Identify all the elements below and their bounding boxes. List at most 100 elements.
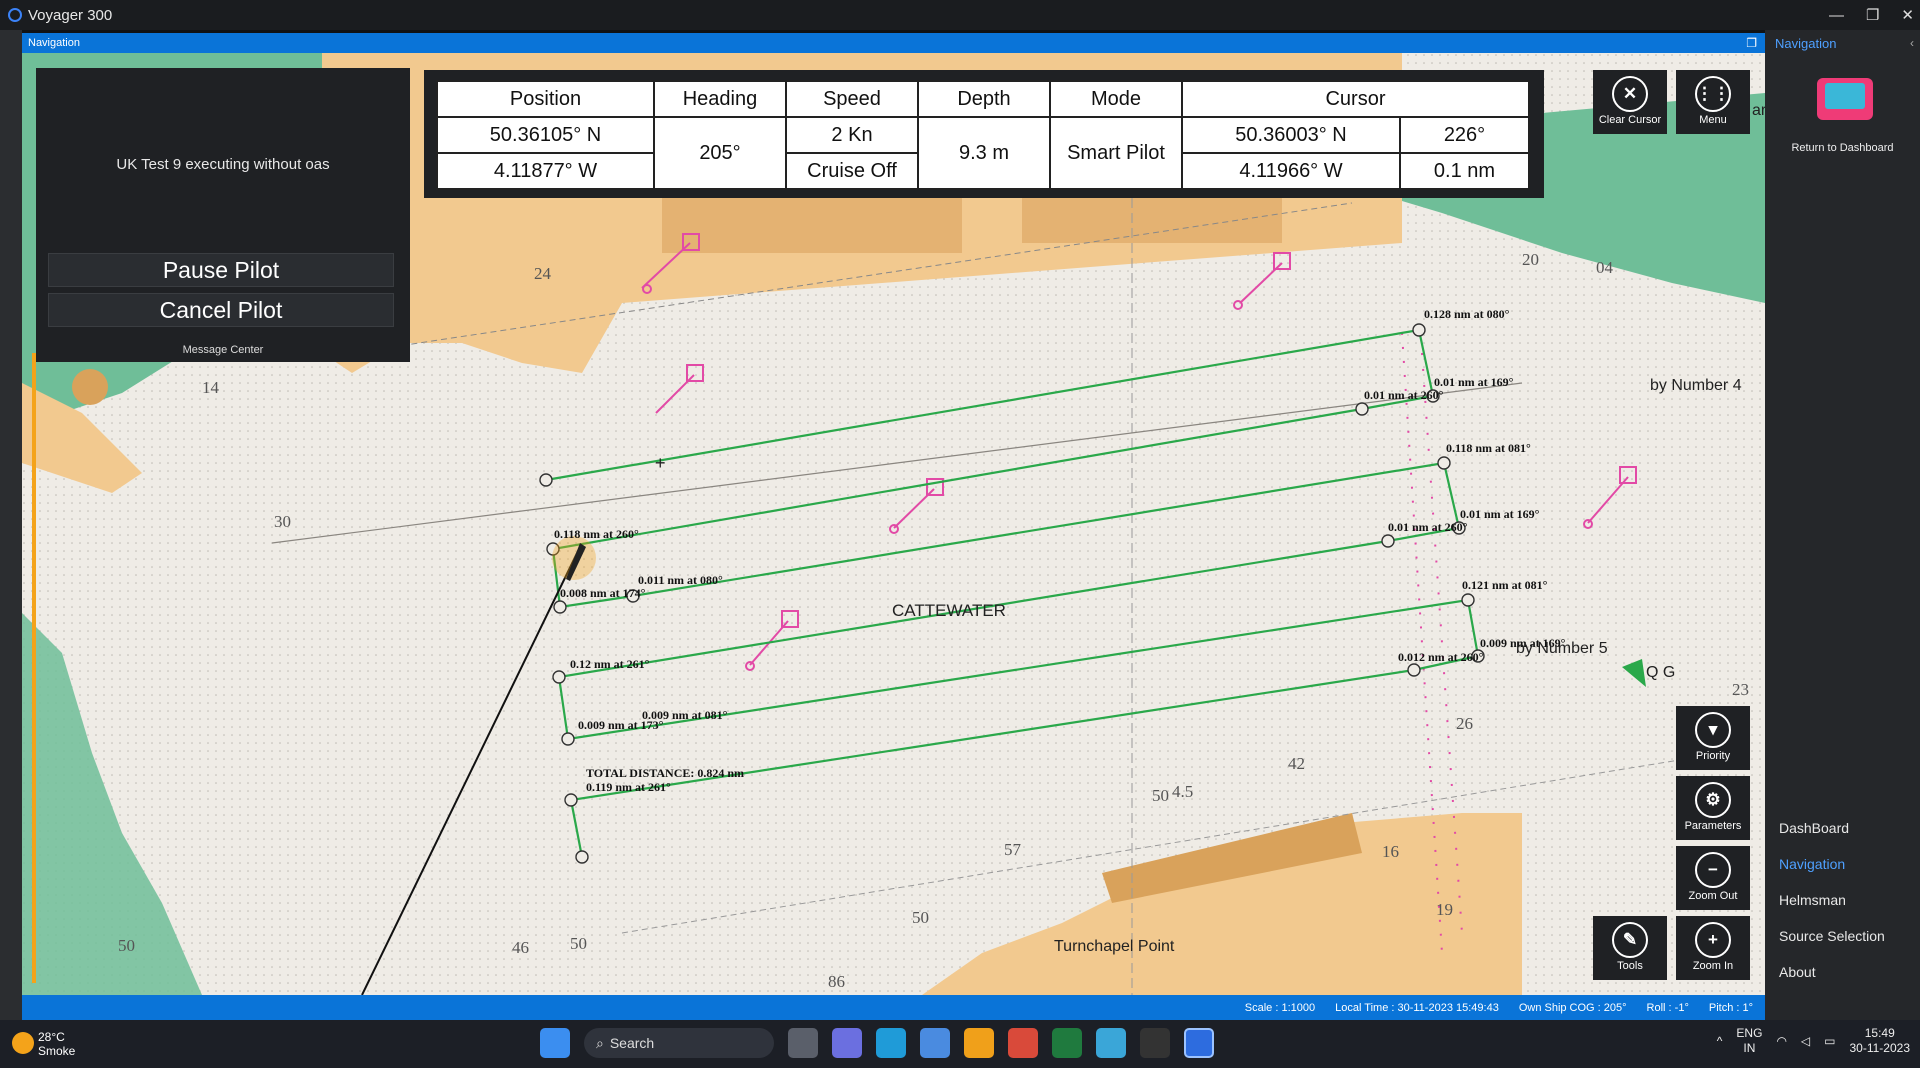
dashboard-monitor-icon[interactable] <box>1817 78 1873 120</box>
weather-widget[interactable]: 28°C Smoke <box>38 1030 75 1058</box>
return-to-dashboard-link[interactable]: Return to Dashboard <box>1765 142 1920 154</box>
leg-label: 0.01 nm at 169° <box>1460 507 1540 521</box>
clock[interactable]: 15:49 30-11-2023 <box>1850 1026 1911 1056</box>
svg-text:50: 50 <box>570 934 587 953</box>
cursor-bearing: 226° <box>1399 116 1530 154</box>
battery-icon[interactable]: ▭ <box>1824 1034 1835 1048</box>
total-distance-label: TOTAL DISTANCE: 0.824 nm <box>586 766 744 780</box>
navigation-header-title: Navigation <box>28 37 80 49</box>
sidebar-item-navigation[interactable]: Navigation <box>1779 856 1845 872</box>
svg-text:42: 42 <box>1288 754 1305 773</box>
restore-icon[interactable]: ❐ <box>1866 6 1879 24</box>
parameters-button[interactable]: ⚙ Parameters <box>1676 776 1750 840</box>
notepad-icon[interactable] <box>1096 1028 1126 1058</box>
leg-label: 0.012 nm at 260° <box>1398 650 1484 664</box>
cancel-pilot-button[interactable]: Cancel Pilot <box>48 293 394 327</box>
minimize-icon[interactable]: — <box>1829 7 1844 24</box>
light-qg: Q G <box>1646 664 1675 681</box>
sidebar-item-helmsman[interactable]: Helmsman <box>1779 892 1846 908</box>
leg-label: 0.118 nm at 081° <box>1446 441 1531 455</box>
panel-restore-icon[interactable]: ❐ <box>1746 33 1757 53</box>
priority-icon: ▾ <box>1695 712 1731 748</box>
weather-condition: Smoke <box>38 1044 76 1058</box>
parameters-icon: ⚙ <box>1695 782 1731 818</box>
speed-value: 2 Kn <box>785 116 919 154</box>
tools-button[interactable]: ✎ Tools <box>1593 916 1667 980</box>
close-icon[interactable]: ✕ <box>1901 6 1914 24</box>
navigation-header: Navigation ❐ <box>22 33 1765 53</box>
lang-secondary: IN <box>1743 1041 1756 1055</box>
leg-label: 0.011 nm at 080° <box>638 573 723 587</box>
lang-primary: ENG <box>1736 1026 1763 1040</box>
clock-time: 15:49 <box>1864 1026 1895 1040</box>
place-turnchapel: Turnchapel Point <box>1054 938 1175 955</box>
zoom-in-button[interactable]: + Zoom In <box>1676 916 1750 980</box>
chrome-icon[interactable] <box>1008 1028 1038 1058</box>
building <box>1022 193 1282 243</box>
clear-cursor-button[interactable]: ✕ Clear Cursor <box>1593 70 1667 134</box>
leg-label: 0.008 nm at 174° <box>560 586 646 600</box>
sidebar-item-source-selection[interactable]: Source Selection <box>1779 928 1885 944</box>
taskbar-search[interactable]: ⌕ Search <box>584 1028 774 1058</box>
pilot-message: UK Test 9 executing without oas <box>116 156 330 173</box>
priority-button[interactable]: ▾ Priority <box>1676 706 1750 770</box>
task-view-icon[interactable] <box>788 1028 818 1058</box>
weather-icon[interactable] <box>12 1032 34 1054</box>
start-icon[interactable] <box>540 1028 570 1058</box>
place-number5: by Number 5 <box>1516 640 1608 657</box>
file-explorer-icon[interactable] <box>964 1028 994 1058</box>
status-bar: Scale : 1:1000 Local Time : 30-11-2023 1… <box>22 995 1765 1020</box>
collapse-icon[interactable]: ‹ <box>1910 36 1914 50</box>
excel-icon[interactable] <box>1052 1028 1082 1058</box>
depth-value: 9.3 m <box>917 116 1051 190</box>
cursor-cross-icon: + <box>655 453 666 473</box>
svg-text:26: 26 <box>1456 714 1473 733</box>
system-tray: ^ ENG IN ◠ ◁ ▭ 15:49 30-11-2023 <box>1717 1026 1910 1056</box>
svg-text:50: 50 <box>1152 786 1169 805</box>
edge-icon[interactable] <box>876 1028 906 1058</box>
window-controls: — ❐ ✕ <box>1829 0 1914 30</box>
mode-value: Smart Pilot <box>1049 116 1183 190</box>
teams-icon[interactable] <box>832 1028 862 1058</box>
terminal-icon[interactable] <box>1140 1028 1170 1058</box>
store-icon[interactable] <box>920 1028 950 1058</box>
svg-text:20: 20 <box>1522 250 1539 269</box>
search-icon: ⌕ <box>596 1034 604 1051</box>
zoom-out-button[interactable]: − Zoom Out <box>1676 846 1750 910</box>
tools-label: Tools <box>1617 960 1643 972</box>
chevron-up-icon[interactable]: ^ <box>1717 1034 1723 1048</box>
svg-text:50: 50 <box>912 908 929 927</box>
pause-pilot-button[interactable]: Pause Pilot <box>48 253 394 287</box>
header-mode: Mode <box>1049 80 1183 118</box>
position-lon: 4.11877° W <box>436 152 655 190</box>
leg-label: 0.12 nm at 261° <box>570 657 650 671</box>
title-bar: Voyager 300 — ❐ ✕ <box>0 0 1920 30</box>
weather-temp: 28°C <box>38 1030 65 1044</box>
sidebar-item-dashboard[interactable]: DashBoard <box>1779 820 1849 836</box>
svg-text:46: 46 <box>512 938 529 957</box>
leg-label: 0.121 nm at 081° <box>1462 578 1548 592</box>
leg-label: 0.009 nm at 173° <box>578 718 664 732</box>
svg-text:19: 19 <box>1436 900 1453 919</box>
header-cursor: Cursor <box>1181 80 1530 118</box>
language-indicator[interactable]: ENG IN <box>1736 1026 1762 1056</box>
leg-label: 0.01 nm at 260° <box>1364 388 1444 402</box>
nav-data-table: Position Heading Speed Depth Mode Cursor… <box>436 80 1530 190</box>
svg-text:57: 57 <box>1004 840 1022 859</box>
clear-cursor-label: Clear Cursor <box>1598 114 1662 126</box>
voyager-taskbar-icon[interactable] <box>1184 1028 1214 1058</box>
sidebar-title: Navigation <box>1775 36 1837 51</box>
sidebar-item-about[interactable]: About <box>1779 964 1816 980</box>
volume-icon[interactable]: ◁ <box>1801 1034 1810 1048</box>
zoom-out-label: Zoom Out <box>1688 890 1738 902</box>
app-title: Voyager 300 <box>28 6 113 24</box>
menu-button[interactable]: ⋮⋮ Menu <box>1676 70 1750 134</box>
message-center-panel: UK Test 9 executing without oas Pause Pi… <box>36 68 410 362</box>
parameters-label: Parameters <box>1684 820 1742 832</box>
building <box>662 193 962 253</box>
tools-icon: ✎ <box>1612 922 1648 958</box>
header-heading: Heading <box>653 80 787 118</box>
wifi-icon[interactable]: ◠ <box>1776 1034 1786 1048</box>
svg-text:14: 14 <box>202 378 220 397</box>
right-sidebar: Navigation ‹ Return to Dashboard DashBoa… <box>1765 30 1920 1020</box>
